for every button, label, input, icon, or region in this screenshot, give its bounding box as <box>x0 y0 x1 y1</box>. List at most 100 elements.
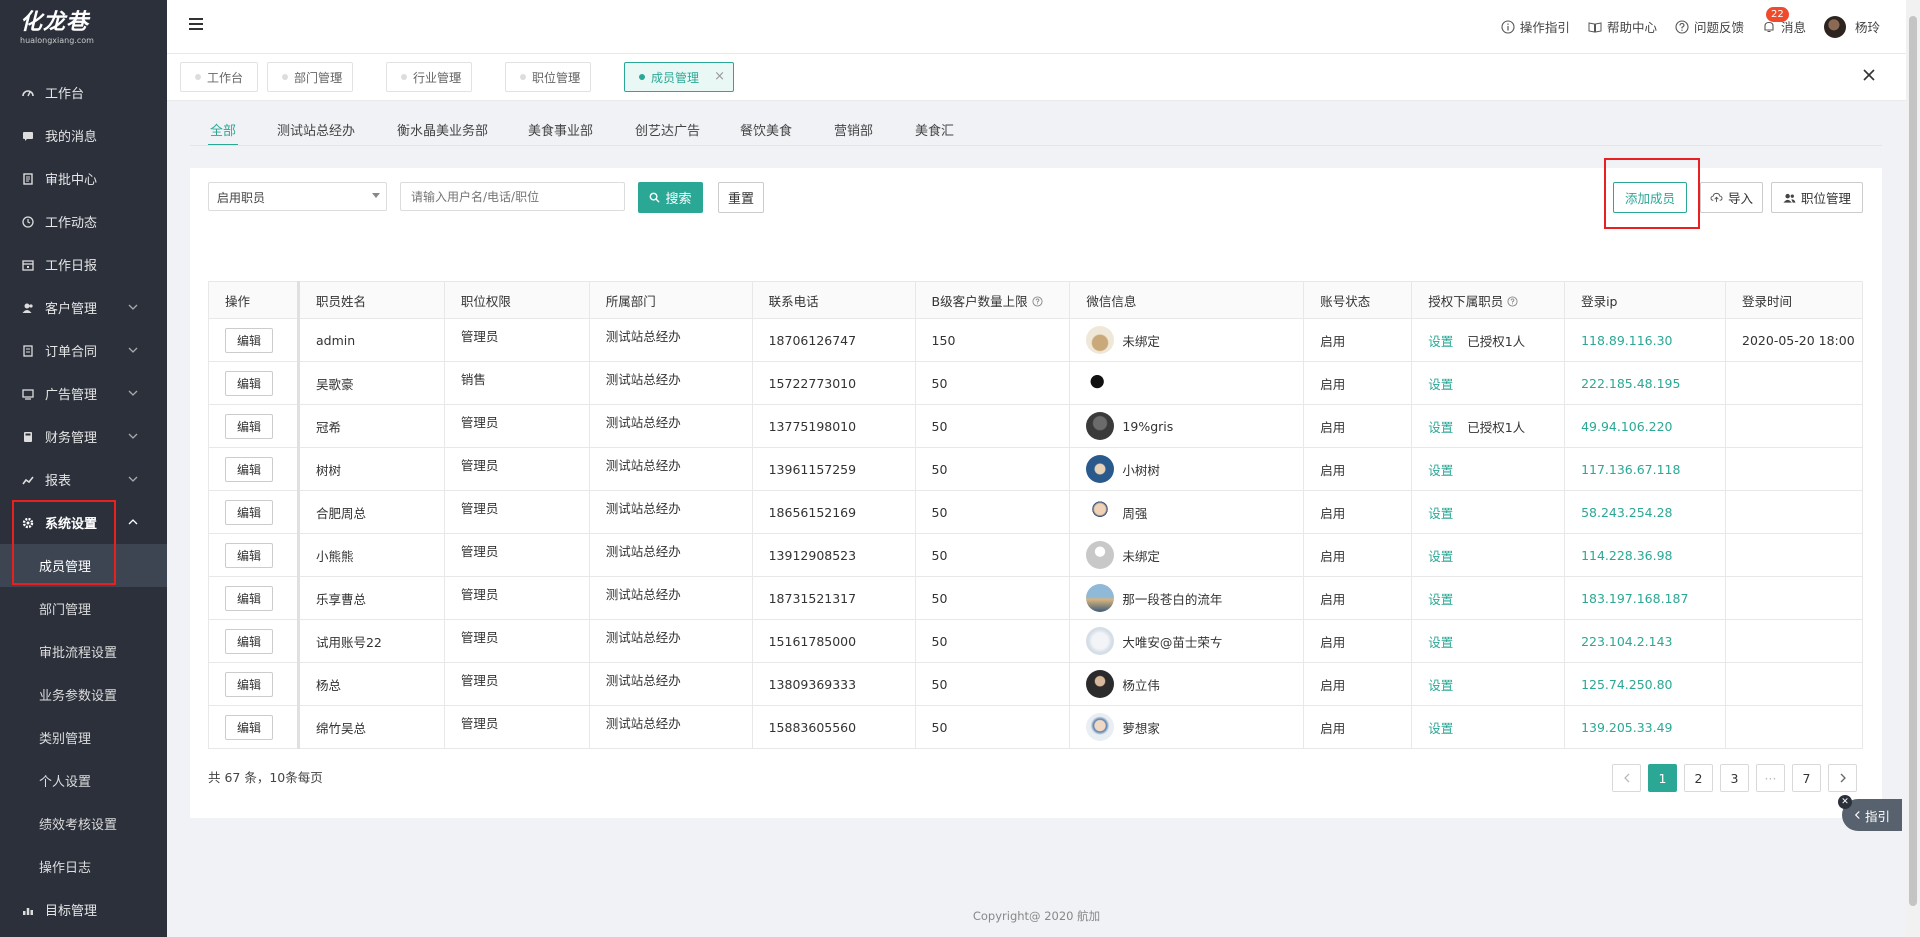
member-name: 杨总 <box>297 662 445 706</box>
page-ellipsis[interactable]: ··· <box>1756 764 1785 792</box>
tab-dot <box>639 74 645 80</box>
page-tab-positions[interactable]: 职位管理 × <box>505 62 591 92</box>
logo[interactable]: 化龙巷 hualongxiang.com <box>0 0 167 58</box>
dept-tab[interactable]: 衡水晶美业务部 <box>397 120 488 146</box>
page-button-1[interactable]: 1 <box>1648 764 1677 792</box>
position-manage-button[interactable]: 职位管理 <box>1771 182 1863 213</box>
dashboard-icon <box>20 85 36 101</box>
close-icon[interactable]: × <box>333 69 344 84</box>
set-link[interactable]: 设置 <box>1428 549 1453 564</box>
set-link[interactable]: 设置 <box>1428 420 1453 435</box>
set-link[interactable]: 设置 <box>1428 334 1453 349</box>
search-input[interactable] <box>400 182 625 211</box>
sidebar-item-ads[interactable]: 广告管理 <box>0 372 167 415</box>
edit-button[interactable]: 编辑 <box>225 456 273 482</box>
member-ip: 125.74.250.80 <box>1564 662 1727 706</box>
dept-tab[interactable]: 测试站总经办 <box>277 120 355 146</box>
vertical-scrollbar[interactable] <box>1906 0 1920 937</box>
messages-link[interactable]: 22 消息 <box>1762 7 1806 36</box>
close-all-tabs-icon[interactable] <box>1862 68 1876 82</box>
edit-button[interactable]: 编辑 <box>225 413 273 439</box>
col-header-dept: 所属部门 <box>588 281 753 319</box>
sidebar-subitem-operation-log[interactable]: 操作日志 <box>0 845 167 888</box>
sidebar-subitem-categories[interactable]: 类别管理 <box>0 716 167 759</box>
member-auth: 设置 <box>1411 533 1566 577</box>
sidebar-subitem-business-params[interactable]: 业务参数设置 <box>0 673 167 716</box>
edit-button[interactable]: 编辑 <box>225 714 273 740</box>
member-ip: 118.89.116.30 <box>1564 318 1727 362</box>
page-tab-members[interactable]: 成员管理 × <box>624 62 734 92</box>
page-tab-label: 成员管理 <box>651 70 700 85</box>
reset-button[interactable]: 重置 <box>718 182 764 213</box>
guide-float-button[interactable]: ✕ 指引 <box>1838 795 1902 831</box>
highlight-add-member <box>1604 158 1700 229</box>
set-link[interactable]: 设置 <box>1428 678 1453 693</box>
page-button-2[interactable]: 2 <box>1684 764 1713 792</box>
sidebar-subitem-label: 类别管理 <box>39 732 92 747</box>
page-tab-departments[interactable]: 部门管理 × <box>267 62 353 92</box>
set-link[interactable]: 设置 <box>1428 635 1453 650</box>
sidebar-item-daily-report[interactable]: 工作日报 <box>0 243 167 286</box>
sidebar-item-approval[interactable]: 审批中心 <box>0 157 167 200</box>
page-tab-dashboard[interactable]: 工作台 <box>180 62 258 92</box>
dept-tab[interactable]: 美食汇 <box>915 120 954 146</box>
menu-toggle-icon[interactable] <box>189 18 203 30</box>
sidebar-item-customers[interactable]: 客户管理 <box>0 286 167 329</box>
sidebar-subitem-performance[interactable]: 绩效考核设置 <box>0 802 167 845</box>
dept-tab[interactable]: 餐饮美食 <box>740 120 792 146</box>
dept-tab[interactable]: 营销部 <box>834 120 873 146</box>
sidebar-subitem-approval-flow[interactable]: 审批流程设置 <box>0 630 167 673</box>
edit-button[interactable]: 编辑 <box>225 671 273 697</box>
close-icon[interactable]: × <box>571 69 582 84</box>
user-menu[interactable]: 杨玲 <box>1823 15 1880 38</box>
sidebar-subitem-personal[interactable]: 个人设置 <box>0 759 167 802</box>
help-center-link[interactable]: 帮助中心 <box>1588 17 1657 36</box>
help-circle-icon[interactable] <box>1507 295 1518 307</box>
edit-button[interactable]: 编辑 <box>225 585 273 611</box>
close-icon[interactable]: ✕ <box>1838 795 1852 809</box>
sidebar-item-finance[interactable]: 财务管理 <box>0 415 167 458</box>
dept-tab[interactable]: 美食事业部 <box>528 120 593 146</box>
prev-page-button[interactable] <box>1612 764 1641 792</box>
status-select[interactable]: 启用职员 <box>208 182 387 211</box>
dept-tab-all[interactable]: 全部 <box>208 120 239 146</box>
dept-tab[interactable]: 创艺达广告 <box>635 120 700 146</box>
next-page-button[interactable] <box>1828 764 1857 792</box>
edit-button[interactable]: 编辑 <box>225 370 273 396</box>
feedback-link[interactable]: 问题反馈 <box>1675 17 1744 36</box>
sidebar-item-orders[interactable]: 订单合同 <box>0 329 167 372</box>
set-link[interactable]: 设置 <box>1428 506 1453 521</box>
set-link[interactable]: 设置 <box>1428 463 1453 478</box>
sidebar-subitem-departments[interactable]: 部门管理 <box>0 587 167 630</box>
member-wechat: 小树树 <box>1069 447 1305 491</box>
page-button-3[interactable]: 3 <box>1720 764 1749 792</box>
search-icon <box>650 192 661 203</box>
sidebar-item-targets[interactable]: 目标管理 <box>0 888 167 931</box>
operation-guide-link[interactable]: 操作指引 <box>1501 17 1570 36</box>
scrollbar-thumb[interactable] <box>1909 16 1917 906</box>
search-button[interactable]: 搜索 <box>638 182 703 213</box>
close-icon[interactable]: × <box>452 69 463 84</box>
actions-cell: 编辑 <box>208 705 300 749</box>
edit-button[interactable]: 编辑 <box>225 499 273 525</box>
set-link[interactable]: 设置 <box>1428 592 1453 607</box>
close-icon[interactable]: × <box>714 69 725 84</box>
chevron-down-icon <box>128 433 138 439</box>
set-link[interactable]: 设置 <box>1428 377 1453 392</box>
sidebar-item-messages[interactable]: 我的消息 <box>0 114 167 157</box>
help-circle-icon[interactable] <box>1032 295 1043 307</box>
sidebar-item-reports[interactable]: 报表 <box>0 458 167 501</box>
page-button-7[interactable]: 7 <box>1792 764 1821 792</box>
edit-button[interactable]: 编辑 <box>225 542 273 568</box>
set-link[interactable]: 设置 <box>1428 721 1453 736</box>
member-phone: 15161785000 <box>751 619 916 663</box>
sidebar-subitem-label: 部门管理 <box>39 603 92 618</box>
edit-button[interactable]: 编辑 <box>225 327 273 353</box>
sidebar-item-activity[interactable]: 工作动态 <box>0 200 167 243</box>
chevron-down-icon <box>128 347 138 353</box>
page-tabs-bar: 工作台 部门管理 × 行业管理 × 职位管理 × 成员管理 × <box>167 53 1906 101</box>
edit-button[interactable]: 编辑 <box>225 628 273 654</box>
sidebar-item-dashboard[interactable]: 工作台 <box>0 71 167 114</box>
import-button[interactable]: 导入 <box>1700 182 1763 213</box>
page-tab-industries[interactable]: 行业管理 × <box>386 62 472 92</box>
